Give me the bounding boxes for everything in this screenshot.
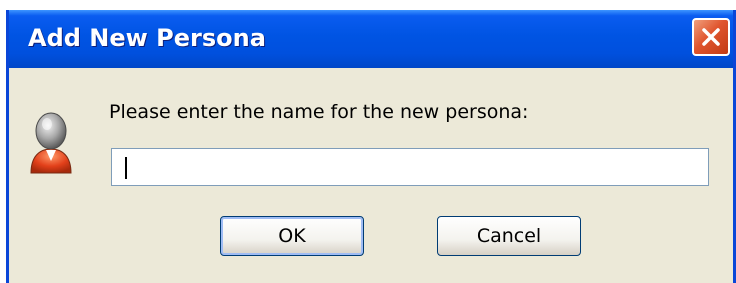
ok-button[interactable]: OK: [220, 216, 364, 256]
persona-name-input[interactable]: [111, 148, 709, 186]
close-icon: [702, 28, 720, 46]
cancel-button[interactable]: Cancel: [437, 216, 581, 256]
close-button[interactable]: [692, 18, 730, 56]
persona-avatar-icon: [30, 112, 72, 174]
text-caret: [125, 157, 127, 179]
dialog-title: Add New Persona: [28, 24, 266, 52]
title-bar[interactable]: Add New Persona: [9, 10, 733, 68]
prompt-label: Please enter the name for the new person…: [109, 101, 529, 123]
add-new-persona-dialog: Add New Persona Please enter the name fo…: [6, 10, 736, 283]
